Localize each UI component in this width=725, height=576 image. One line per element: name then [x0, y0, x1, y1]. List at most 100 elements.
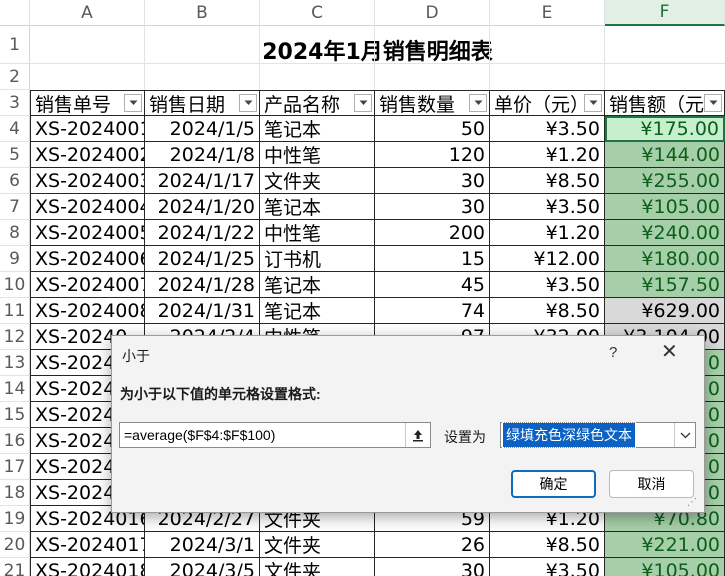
cell-e20[interactable]: ¥8.50 [490, 532, 605, 558]
row-header-15[interactable]: 15 [0, 402, 30, 428]
format-select-value[interactable]: 绿填充色深绿色文本 [502, 422, 636, 448]
cell-a4[interactable]: XS-2024001 [30, 116, 145, 142]
column-header-b[interactable]: B [145, 0, 260, 26]
row-header-17[interactable]: 17 [0, 454, 30, 480]
filter-dropdown-icon[interactable] [584, 94, 602, 112]
row-header-1[interactable]: 1 [0, 26, 30, 64]
header-cell[interactable]: 销售单号 [30, 90, 145, 116]
cell-e21[interactable]: ¥3.50 [490, 558, 605, 576]
cell-a5[interactable]: XS-2024002 [30, 142, 145, 168]
cell-a11[interactable]: XS-2024008 [30, 298, 145, 324]
cell-e4[interactable]: ¥3.50 [490, 116, 605, 142]
row-header-7[interactable]: 7 [0, 194, 30, 220]
cell-c9[interactable]: 订书机 [260, 246, 375, 272]
filter-dropdown-icon[interactable] [704, 94, 722, 112]
cell-f11[interactable]: ¥629.00 [605, 298, 725, 324]
range-select-icon[interactable] [405, 423, 430, 447]
header-cell[interactable]: 产品名称 [260, 90, 375, 116]
format-select[interactable]: 绿填充色深绿色文本 [500, 422, 696, 448]
cell-b20[interactable]: 2024/3/1 [145, 532, 260, 558]
cell-b6[interactable]: 2024/1/17 [145, 168, 260, 194]
cell-b10[interactable]: 2024/1/28 [145, 272, 260, 298]
cell-a20[interactable]: XS-2024017 [30, 532, 145, 558]
row-header-13[interactable]: 13 [0, 350, 30, 376]
row-header-21[interactable]: 21 [0, 558, 30, 576]
cell-d6[interactable]: 30 [375, 168, 490, 194]
cell-c11[interactable]: 笔记本 [260, 298, 375, 324]
cell-d8[interactable]: 200 [375, 220, 490, 246]
cell-f5[interactable]: ¥144.00 [605, 142, 725, 168]
cell-b7[interactable]: 2024/1/20 [145, 194, 260, 220]
row-header-4[interactable]: 4 [0, 116, 30, 142]
cell-a6[interactable]: XS-2024003 [30, 168, 145, 194]
cell-f10[interactable]: ¥157.50 [605, 272, 725, 298]
cell-c21[interactable]: 文件夹 [260, 558, 375, 576]
ok-button[interactable]: 确定 [511, 470, 596, 498]
filter-dropdown-icon[interactable] [469, 94, 487, 112]
cell-a7[interactable]: XS-2024004 [30, 194, 145, 220]
threshold-input[interactable]: =average($F$4:$F$100) [119, 422, 431, 448]
row-header-5[interactable]: 5 [0, 142, 30, 168]
cell-a8[interactable]: XS-2024005 [30, 220, 145, 246]
cell-d9[interactable]: 15 [375, 246, 490, 272]
cell-d11[interactable]: 74 [375, 298, 490, 324]
cell-f4[interactable]: ¥175.00 [605, 116, 725, 142]
cell-b11[interactable]: 2024/1/31 [145, 298, 260, 324]
filter-dropdown-icon[interactable] [239, 94, 257, 112]
chevron-down-icon[interactable] [674, 423, 695, 447]
cell-d5[interactable]: 120 [375, 142, 490, 168]
filter-dropdown-icon[interactable] [354, 94, 372, 112]
cell-e9[interactable]: ¥12.00 [490, 246, 605, 272]
cell-f9[interactable]: ¥180.00 [605, 246, 725, 272]
help-icon[interactable]: ? [609, 344, 617, 361]
cell-d20[interactable]: 26 [375, 532, 490, 558]
sheet-title[interactable]: 2024年1月销售明细表 [30, 26, 725, 74]
resize-grip-icon[interactable]: ⋰ [687, 497, 697, 508]
cell-b21[interactable]: 2024/3/5 [145, 558, 260, 576]
threshold-value[interactable]: =average($F$4:$F$100) [120, 427, 405, 443]
cell-d4[interactable]: 50 [375, 116, 490, 142]
cancel-button[interactable]: 取消 [609, 470, 694, 498]
row-header-20[interactable]: 20 [0, 532, 30, 558]
header-cell[interactable]: 单价（元） [490, 90, 605, 116]
row-header-9[interactable]: 9 [0, 246, 30, 272]
header-cell[interactable]: 销售数量 [375, 90, 490, 116]
row-header-8[interactable]: 8 [0, 220, 30, 246]
column-header-c[interactable]: C [260, 0, 375, 26]
cell-c8[interactable]: 中性笔 [260, 220, 375, 246]
row-header-10[interactable]: 10 [0, 272, 30, 298]
cell-e7[interactable]: ¥3.50 [490, 194, 605, 220]
cell-d7[interactable]: 30 [375, 194, 490, 220]
row-header-14[interactable]: 14 [0, 376, 30, 402]
row-header-12[interactable]: 12 [0, 324, 30, 350]
cell-c20[interactable]: 文件夹 [260, 532, 375, 558]
cell-a21[interactable]: XS-2024018 [30, 558, 145, 576]
row-header-11[interactable]: 11 [0, 298, 30, 324]
cell-c4[interactable]: 笔记本 [260, 116, 375, 142]
cell-f6[interactable]: ¥255.00 [605, 168, 725, 194]
cell-f20[interactable]: ¥221.00 [605, 532, 725, 558]
row-header-6[interactable]: 6 [0, 168, 30, 194]
column-header-d[interactable]: D [375, 0, 490, 26]
header-cell[interactable]: 销售日期 [145, 90, 260, 116]
cell-b8[interactable]: 2024/1/22 [145, 220, 260, 246]
cell-a9[interactable]: XS-2024006 [30, 246, 145, 272]
cell-c6[interactable]: 文件夹 [260, 168, 375, 194]
cell-b9[interactable]: 2024/1/25 [145, 246, 260, 272]
cell-f7[interactable]: ¥105.00 [605, 194, 725, 220]
cell-d10[interactable]: 45 [375, 272, 490, 298]
cell-e5[interactable]: ¥1.20 [490, 142, 605, 168]
cell-e6[interactable]: ¥8.50 [490, 168, 605, 194]
row-header-18[interactable]: 18 [0, 480, 30, 506]
cell-d21[interactable]: 30 [375, 558, 490, 576]
cell-a10[interactable]: XS-2024007 [30, 272, 145, 298]
close-icon[interactable]: ✕ [661, 342, 678, 362]
column-header-e[interactable]: E [490, 0, 605, 26]
select-all-corner[interactable] [0, 0, 30, 26]
column-header-f[interactable]: F [605, 0, 725, 26]
row-header-3[interactable]: 3 [0, 90, 30, 116]
cell-b5[interactable]: 2024/1/8 [145, 142, 260, 168]
cell-f21[interactable]: ¥105.00 [605, 558, 725, 576]
cell-c7[interactable]: 笔记本 [260, 194, 375, 220]
header-cell[interactable]: 销售额（元） [605, 90, 725, 116]
